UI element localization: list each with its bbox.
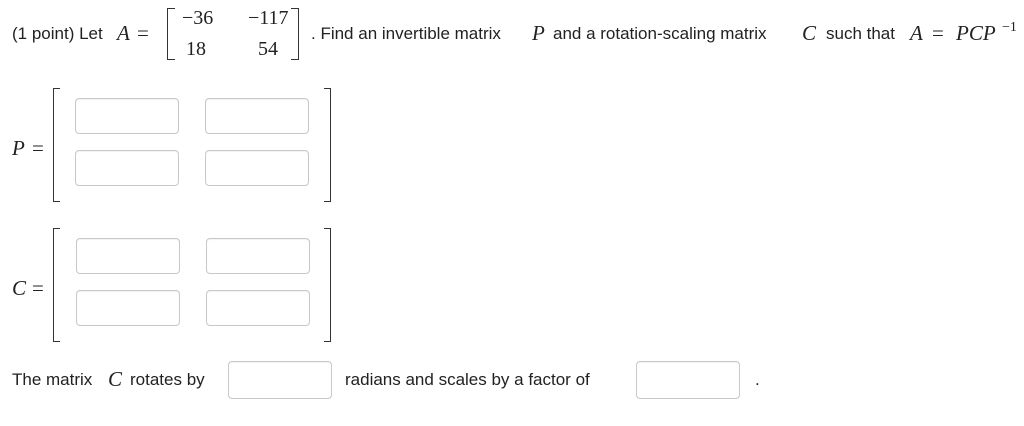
matrix-p-cell-12-input[interactable] [205, 98, 309, 134]
scale-factor-input[interactable] [636, 361, 740, 399]
matrix-p-cell-21-input[interactable] [75, 150, 179, 186]
matrix-a-left-bracket [167, 8, 175, 60]
equals-sign: = [137, 21, 149, 45]
eq-superscript: −1 [1002, 20, 1017, 35]
radians-input[interactable] [228, 361, 332, 399]
matrix-p-equals: = [32, 136, 44, 160]
matrix-c-label: C [12, 276, 27, 300]
matrix-a-cell-12: −117 [248, 7, 289, 29]
problem-text-1: . Find an invertible matrix [311, 24, 501, 43]
matrix-p-left-bracket [53, 88, 60, 202]
matrix-p-cell-11-input[interactable] [75, 98, 179, 134]
matrix-c-equals: = [32, 276, 44, 300]
matrix-c-cell-11-input[interactable] [76, 238, 180, 274]
eq-equals: = [932, 21, 944, 45]
var-c: C [802, 21, 817, 45]
matrix-c-cell-12-input[interactable] [206, 238, 310, 274]
rotation-text-3: radians and scales by a factor of [345, 370, 590, 389]
matrix-c-cell-22-input[interactable] [206, 290, 310, 326]
matrix-p-label: P [12, 136, 25, 160]
matrix-a-right-bracket [291, 8, 299, 60]
problem-points-text: (1 point) Let [12, 24, 103, 43]
matrix-a-cell-22: 54 [258, 38, 278, 60]
var-p: P [532, 21, 545, 45]
matrix-p-right-bracket [324, 88, 331, 202]
rotation-var-c: C [108, 367, 123, 391]
rotation-text-2: rotates by [130, 370, 205, 389]
var-a: A [117, 21, 130, 45]
matrix-c-right-bracket [324, 228, 331, 342]
eq-rhs: PCP [956, 21, 996, 45]
matrix-c-left-bracket [53, 228, 60, 342]
problem-text-3: such that [826, 24, 895, 43]
matrix-a-cell-11: −36 [182, 7, 214, 29]
problem-text-2: and a rotation-scaling matrix [553, 24, 767, 43]
rotation-period: . [755, 370, 760, 389]
matrix-p-cell-22-input[interactable] [205, 150, 309, 186]
matrix-c-cell-21-input[interactable] [76, 290, 180, 326]
rotation-text-1: The matrix [12, 370, 93, 389]
matrix-a-cell-21: 18 [186, 38, 206, 60]
eq-lhs: A [910, 21, 923, 45]
